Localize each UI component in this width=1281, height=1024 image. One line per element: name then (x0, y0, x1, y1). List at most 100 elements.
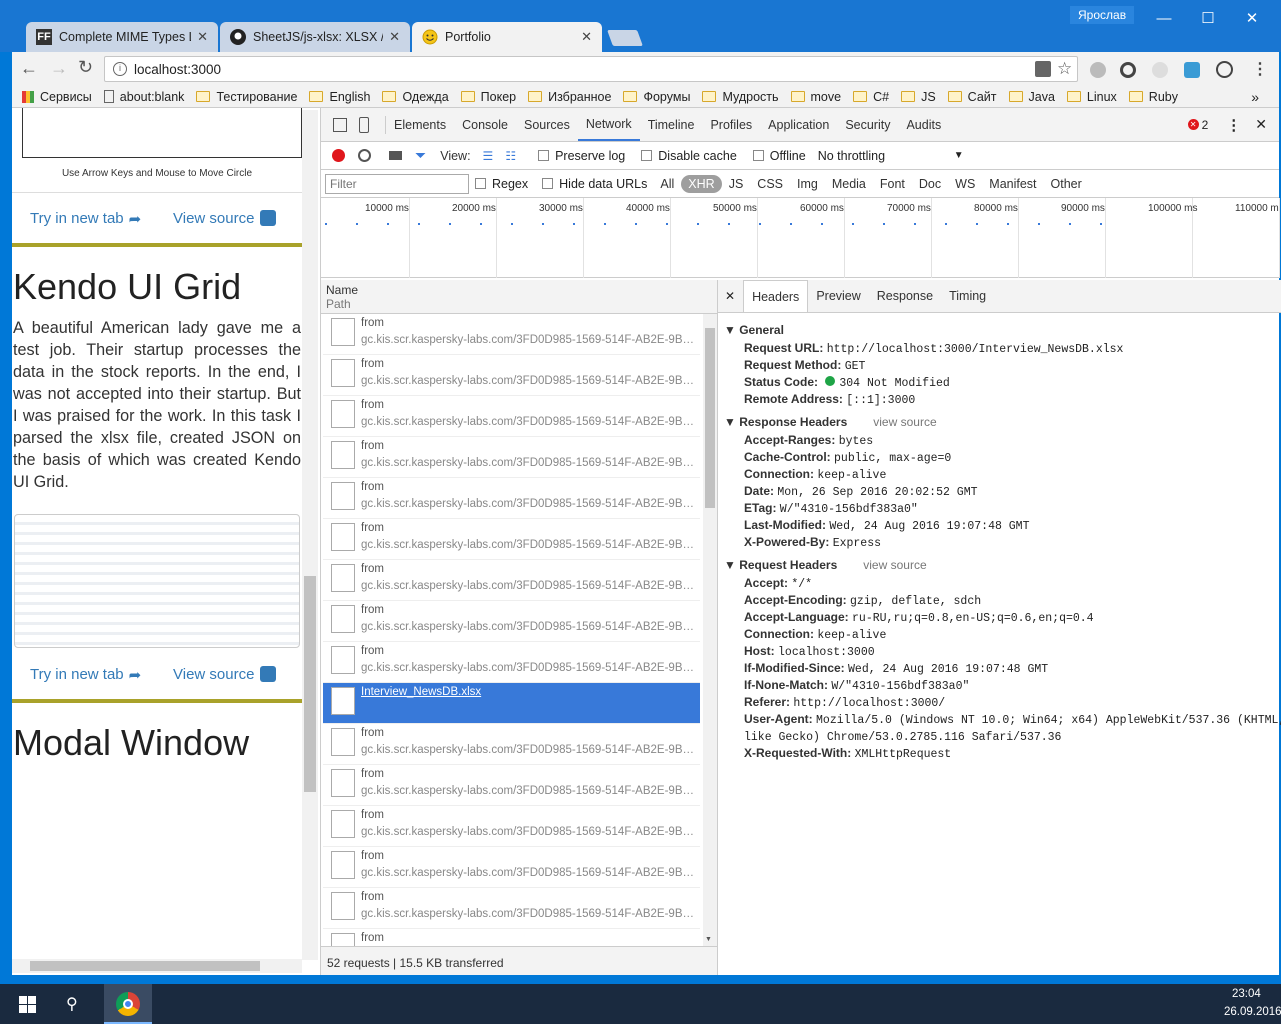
filter-ws[interactable]: WS (948, 175, 982, 193)
devtools-menu-icon[interactable]: ⋮ (1226, 116, 1241, 134)
translate-icon[interactable] (1035, 61, 1051, 77)
try-in-new-tab-link[interactable]: Try in new tab ➦ (30, 666, 141, 684)
close-icon[interactable]: ✕ (389, 29, 400, 45)
capture-screenshots-icon[interactable] (389, 151, 402, 160)
view-source-link[interactable]: View source (173, 666, 277, 683)
view-source-link[interactable]: view source (873, 415, 936, 429)
request-row[interactable]: Interview_NewsDB.xlsx (323, 683, 700, 724)
reload-icon[interactable]: ↻ (78, 57, 93, 78)
request-row[interactable]: from gc.kis.scr.kaspersky-labs.com/3FD0D9… (323, 396, 700, 437)
bookmark-folder[interactable]: Тестирование (196, 90, 297, 104)
tab-timing[interactable]: Timing (941, 280, 994, 312)
request-row[interactable]: from gc.kis.scr.kaspersky-labs.com/3FD0D9… (323, 806, 700, 847)
tab-application[interactable]: Application (760, 108, 837, 141)
tab-sheetjs[interactable]: SheetJS/js-xlsx: XLSX / XL ✕ (220, 22, 410, 52)
tab-console[interactable]: Console (454, 108, 516, 141)
new-tab-button[interactable] (607, 30, 643, 46)
tab-security[interactable]: Security (837, 108, 898, 141)
close-icon[interactable]: ✕ (197, 29, 208, 45)
request-row[interactable]: from gc.kis.scr.kaspersky-labs.com/3FD0D9… (323, 355, 700, 396)
extension-sync-icon[interactable] (1120, 62, 1136, 78)
tab-sources[interactable]: Sources (516, 108, 578, 141)
disable-cache-checkbox[interactable] (641, 150, 653, 161)
horizontal-scrollbar[interactable] (12, 959, 302, 973)
tab-audits[interactable]: Audits (898, 108, 949, 141)
request-row[interactable]: from gc.kis.scr.kaspersky-labs.com/3FD0D9… (323, 601, 700, 642)
error-counter[interactable]: ✕ 2 (1187, 118, 1208, 132)
tab-response[interactable]: Response (869, 280, 941, 312)
forward-icon[interactable]: → (50, 58, 68, 79)
record-icon[interactable] (332, 149, 345, 162)
preserve-log-checkbox[interactable] (538, 150, 550, 161)
globe-icon[interactable] (1216, 61, 1233, 78)
tab-network[interactable]: Network (577, 108, 640, 141)
request-row[interactable]: from gc.kis.scr.kaspersky-labs.com/3FD0D9… (323, 519, 700, 560)
tab-headers[interactable]: Headers (743, 280, 809, 312)
response-headers-section[interactable]: ▼ Response Headers view source (724, 415, 937, 429)
tab-profiles[interactable]: Profiles (702, 108, 760, 141)
bookmark-folder[interactable]: C# (853, 90, 889, 104)
tab-portfolio[interactable]: Portfolio ✕ (412, 22, 602, 52)
regex-checkbox[interactable] (475, 178, 486, 189)
filter-manifest[interactable]: Manifest (982, 175, 1043, 193)
filter-xhr[interactable]: XHR (681, 174, 722, 193)
request-row[interactable]: from gc.kis.scr.kaspersky-labs.com/3FD0D9… (323, 847, 700, 888)
bookmark-folder[interactable]: English (309, 90, 370, 104)
filter-css[interactable]: CSS (750, 175, 790, 193)
device-mode-icon[interactable] (359, 116, 369, 133)
address-bar[interactable]: i localhost:3000 ☆ (104, 56, 1078, 82)
bookmark-folder[interactable]: Покер (460, 90, 516, 104)
view-source-link[interactable]: view source (863, 558, 926, 572)
clear-icon[interactable] (358, 149, 371, 162)
close-icon[interactable]: ✕ (581, 29, 592, 45)
dropdown-arrow-icon[interactable]: ▼ (954, 150, 964, 161)
tab-elements[interactable]: Elements (386, 108, 454, 141)
inspect-icon[interactable] (333, 117, 347, 132)
chrome-taskbar-button[interactable] (104, 984, 152, 1024)
maximize-button[interactable]: ☐ (1185, 6, 1231, 30)
request-headers-section[interactable]: ▼ Request Headers view source (724, 558, 927, 572)
request-row[interactable]: from gc.kis.scr.kaspersky-labs.com/3FD0D9… (323, 888, 700, 929)
bookmark-about-blank[interactable]: about:blank (103, 90, 184, 104)
offline-checkbox[interactable] (752, 150, 764, 161)
bookmark-folder[interactable]: Мудрость (702, 90, 779, 104)
page-vertical-scrollbar[interactable] (302, 110, 318, 960)
bookmark-folder[interactable]: JS (901, 90, 936, 104)
extension-moon-icon[interactable] (1152, 62, 1168, 78)
minimize-button[interactable]: — (1141, 6, 1187, 30)
request-row[interactable]: from gc.kis.scr.kaspersky-labs.com/3FD0D9… (323, 478, 700, 519)
request-row[interactable]: from (323, 929, 700, 946)
clock-date[interactable]: 26.09.2016 (1224, 1006, 1281, 1018)
bookmark-folder[interactable]: Java (1008, 90, 1055, 104)
view-source-link[interactable]: View source (173, 210, 277, 227)
try-in-new-tab-link[interactable]: Try in new tab ➦ (30, 210, 141, 228)
info-icon[interactable]: i (113, 62, 127, 76)
clock-time[interactable]: 23:04 (1232, 988, 1261, 1000)
request-row[interactable]: from gc.kis.scr.kaspersky-labs.com/3FD0D9… (323, 437, 700, 478)
search-icon[interactable]: ⚲ (66, 994, 78, 1014)
filter-all[interactable]: All (653, 175, 681, 193)
bookmark-folder[interactable]: Избранное (528, 90, 611, 104)
back-icon[interactable]: ← (20, 58, 38, 79)
large-rows-icon[interactable]: ☰ (483, 149, 494, 163)
filter-icon[interactable]: ⏷ (415, 147, 426, 164)
tab-mime-types[interactable]: FF Complete MIME Types Li ✕ (26, 22, 218, 52)
devtools-close-icon[interactable]: ✕ (1255, 116, 1267, 133)
bookmark-apps[interactable]: Сервисы (22, 90, 92, 104)
windows-start-icon[interactable] (19, 996, 36, 1013)
bookmark-folder[interactable]: Одежда (382, 90, 449, 104)
bookmark-folder[interactable]: Linux (1066, 90, 1117, 104)
profile-name[interactable]: Ярослав (1070, 6, 1135, 24)
game-canvas[interactable] (22, 108, 302, 158)
menu-icon[interactable]: ⋮ (1252, 59, 1268, 79)
overview-icon[interactable]: ☷ (505, 149, 516, 163)
filter-input[interactable] (325, 173, 469, 194)
request-row[interactable]: from gc.kis.scr.kaspersky-labs.com/3FD0D9… (323, 560, 700, 601)
filter-doc[interactable]: Doc (912, 175, 948, 193)
filter-media[interactable]: Media (825, 175, 873, 193)
network-overview[interactable]: 10000 ms 20000 ms 30000 ms 40000 ms 50000 ms… (321, 198, 1280, 278)
star-icon[interactable]: ☆ (1057, 59, 1072, 79)
request-row[interactable]: from gc.kis.scr.kaspersky-labs.com/3FD0D9… (323, 314, 700, 355)
tab-timeline[interactable]: Timeline (640, 108, 703, 141)
close-details-icon[interactable]: ✕ (725, 289, 735, 303)
